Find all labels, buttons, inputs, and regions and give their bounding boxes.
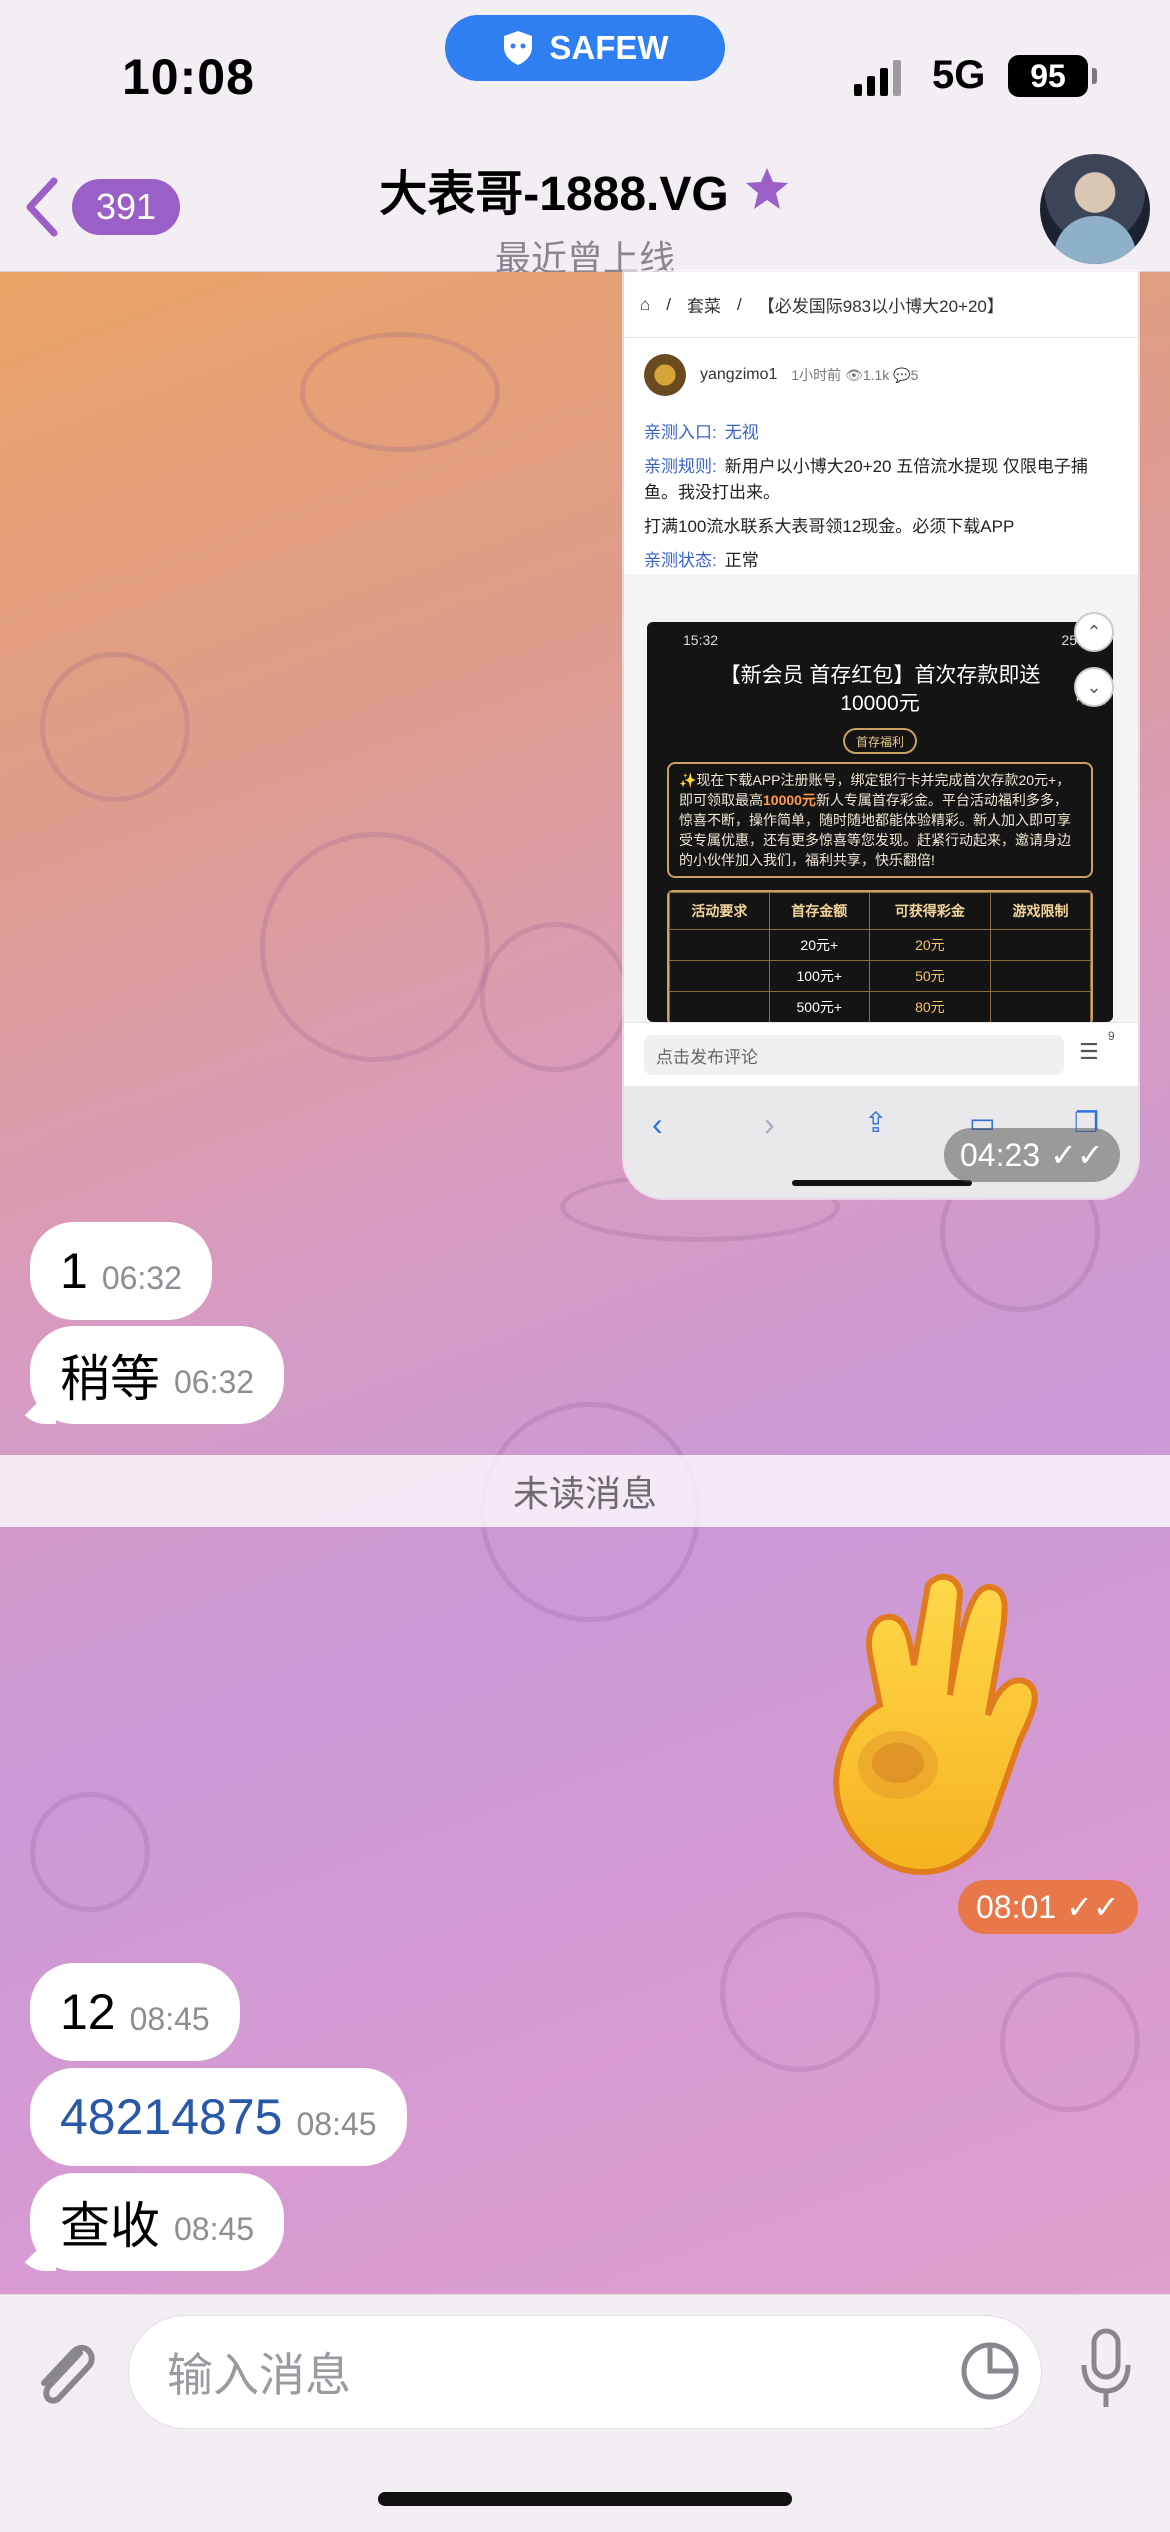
incoming-message[interactable]: 1 06:32 xyxy=(30,1222,212,1320)
network-type: 5G xyxy=(932,53,986,97)
incoming-message[interactable]: 稍等 06:32 xyxy=(30,1326,285,1424)
post-field: 打满100流水联系大表哥领12现金。必须下载APP xyxy=(644,517,1015,536)
breadcrumb-item: 【必发国际983以小博大20+20】 xyxy=(757,297,1004,316)
chat-title-block[interactable]: 大表哥-1888.VG 最近曾上线 xyxy=(0,154,1170,282)
promo-tag: 首存福利 xyxy=(843,728,917,754)
chevron-right-icon: › xyxy=(764,1106,775,1142)
vpn-label: SAFEW xyxy=(549,29,669,66)
star-icon xyxy=(745,168,788,209)
author-avatar xyxy=(644,354,686,396)
message-text: 稍等 xyxy=(60,1351,160,1407)
sticker-time: 08:01 ✓✓ xyxy=(958,1880,1138,1934)
unread-divider: 未读消息 xyxy=(0,1455,1170,1527)
avatar[interactable] xyxy=(1040,154,1150,264)
message-text: 12 xyxy=(60,1984,116,2040)
scroll-up-icon: ⌃ xyxy=(1074,612,1114,652)
share-icon: ⇪ xyxy=(864,1107,888,1138)
chat-title: 大表哥-1888.VG xyxy=(379,168,729,221)
post-field: 亲测状态: 正常 xyxy=(644,551,759,570)
paperclip-icon[interactable] xyxy=(28,2331,100,2411)
message-time: 04:23 ✓✓ xyxy=(944,1128,1120,1182)
embedded-screenshot: 15:32 25 【新会员 首存红包】首次存款即送10000元 申请 首存福利 … xyxy=(647,622,1113,1022)
battery-icon: 95 xyxy=(1008,55,1088,97)
inner-status-bar: 15:32 25 xyxy=(683,632,1077,648)
message-input[interactable]: 输入消息 xyxy=(128,2315,1042,2429)
battery-tip xyxy=(1092,68,1097,84)
chat-header: 391 大表哥-1888.VG 最近曾上线 xyxy=(0,140,1170,279)
message-time: 06:32 xyxy=(101,1259,182,1296)
chevron-left-icon: ‹ xyxy=(652,1106,663,1142)
post-body: yangzimo1 1小时前 👁1.1k 💬5 亲测入口: 无视 亲测规则: 新用户… xyxy=(624,338,1138,574)
post-field: 亲测入口: 无视 xyxy=(644,423,759,442)
table-row: 500元+ 80元 xyxy=(669,991,1091,1022)
table-row: 20元+ 20元 xyxy=(669,929,1091,961)
promo-title: 【新会员 首存红包】首次存款即送10000元 xyxy=(719,664,1041,715)
message-text: 1 xyxy=(60,1243,88,1299)
home-indicator xyxy=(378,2492,792,2506)
message-phone-link[interactable]: 48214875 xyxy=(60,2088,282,2146)
message-time: 08:45 xyxy=(296,2105,377,2142)
microphone-icon[interactable] xyxy=(1076,2325,1136,2415)
double-check-icon: ✓✓ xyxy=(1050,1137,1104,1173)
comment-icon: ☰ xyxy=(1079,1039,1099,1064)
ok-hand-sticker[interactable] xyxy=(810,1565,1060,1895)
comment-count: 9 xyxy=(1108,1029,1115,1043)
screenshot-image: ⌂ / 套菜 / 【必发国际983以小博大20+20】 yangzimo1 1小… xyxy=(624,272,1138,1198)
scroll-down-icon: ⌄ xyxy=(1074,667,1114,707)
message-time: 08:45 xyxy=(129,2000,210,2037)
promo-description: ✨现在下载APP注册账号，绑定银行卡并完成首次存款20元+，即可领取最高1000… xyxy=(667,762,1093,878)
post-field: 亲测规则: 新用户以小博大20+20 五倍流水提现 仅限电子捕鱼。我没打出来。 xyxy=(644,457,1088,502)
message-text: 查收 xyxy=(60,2198,160,2254)
incoming-message[interactable]: 12 08:45 xyxy=(30,1963,240,2061)
photo-message[interactable]: ⌂ / 套菜 / 【必发国际983以小博大20+20】 yangzimo1 1小… xyxy=(624,272,1144,1198)
comment-bar: 点击发布评论 ☰ 9 xyxy=(624,1022,1138,1086)
message-time: 08:45 xyxy=(174,2210,255,2247)
incoming-message[interactable]: 48214875 08:45 xyxy=(30,2068,407,2166)
message-time: 06:32 xyxy=(174,1363,255,1400)
vpn-indicator[interactable]: SAFEW xyxy=(445,15,725,81)
author-meta: 1小时前 👁1.1k 💬5 xyxy=(791,367,919,383)
signal-icon xyxy=(854,58,901,96)
author-name: yangzimo1 xyxy=(700,366,778,383)
incoming-message[interactable]: 查收 08:45 xyxy=(30,2173,285,2271)
comment-input: 点击发布评论 xyxy=(644,1035,1064,1075)
promo-table: 活动要求 首存金额 可获得彩金 游戏限制 20元+ 20元 100元+ 50元 50… xyxy=(667,890,1093,1022)
table-row: 100元+ 50元 xyxy=(669,960,1091,992)
double-check-icon: ✓✓ xyxy=(1066,1889,1120,1925)
embedded-home-indicator xyxy=(792,1180,972,1186)
post-author: yangzimo1 1小时前 👁1.1k 💬5 xyxy=(644,338,1118,412)
sticker-icon[interactable] xyxy=(958,2339,1022,2403)
home-icon: ⌂ xyxy=(640,294,651,314)
clock: 10:08 xyxy=(122,49,255,105)
shield-icon xyxy=(504,31,533,65)
breadcrumb-item: 套菜 xyxy=(687,297,722,316)
status-bar: 10:08 SAFEW 5G 95 xyxy=(0,0,1170,150)
breadcrumb: ⌂ / 套菜 / 【必发国际983以小博大20+20】 xyxy=(624,272,1138,338)
